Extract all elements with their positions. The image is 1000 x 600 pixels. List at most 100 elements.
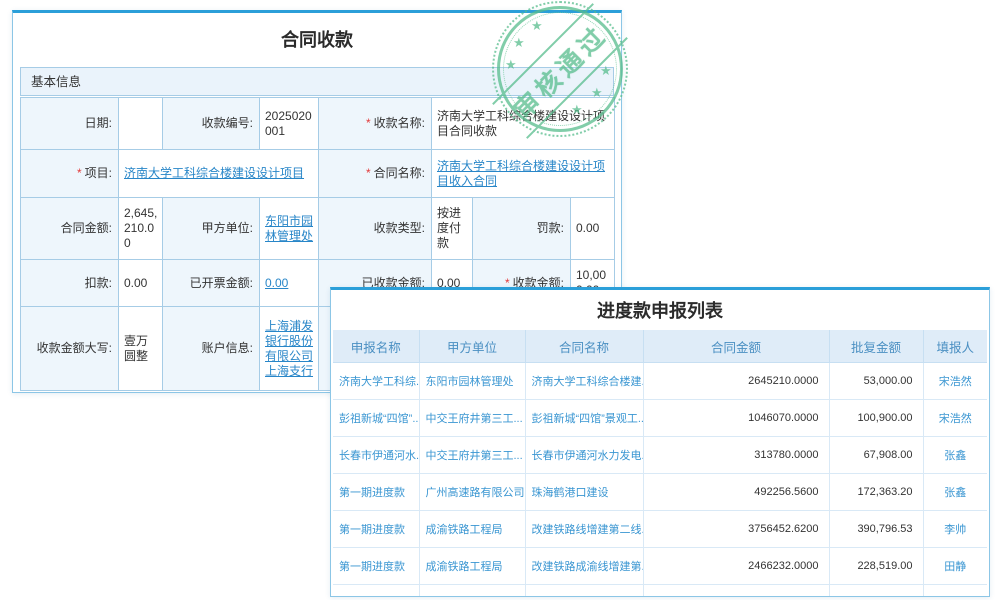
fine-label: 罚款: <box>473 198 571 260</box>
project-label: *项目: <box>21 150 119 198</box>
contract-amount-label: 合同金额: <box>21 198 119 260</box>
star-icon: ★ <box>505 58 517 71</box>
contract-name-cell[interactable]: 改建铁路成渝线增建第... <box>525 548 643 585</box>
form-row-2: *项目: 济南大学工科综合楼建设设计项目 *合同名称: 济南大学工科综合楼建设设… <box>21 150 615 198</box>
reporter-cell: 宋浩然 <box>923 363 987 400</box>
project-value-cell: 济南大学工科综合楼建设设计项目 <box>119 150 319 198</box>
invoiced-amount-value-cell: 0.00 <box>260 260 319 307</box>
table-row[interactable]: 第一期进度款 成渝铁路工程局 改建铁路线增建第二线... 3756452.620… <box>333 511 987 548</box>
contract-name-cell[interactable]: 湖南洞庭湖水库引水工... <box>525 585 643 598</box>
table-row[interactable]: 济南大学工科综... 东阳市园林管理处 济南大学工科综合楼建... 264521… <box>333 363 987 400</box>
amount-in-words-label: 收款金额大写: <box>21 307 119 391</box>
contract-amount-cell: 2645210.0000 <box>643 363 829 400</box>
table-row[interactable]: 10%预付款 抚顺住房和城乡建... 湖南洞庭湖水库引水工... 816360.… <box>333 585 987 598</box>
required-asterisk: * <box>366 116 371 130</box>
declaration-name-cell[interactable]: 10%预付款 <box>333 585 419 598</box>
reporter-cell: 李帅 <box>923 511 987 548</box>
star-icon: ★ <box>591 86 603 99</box>
declaration-name-cell[interactable]: 第一期进度款 <box>333 511 419 548</box>
reporter-cell: 田静 <box>923 548 987 585</box>
list-header-row: 申报名称 甲方单位 合同名称 合同金额 批复金额 填报人 <box>333 330 987 363</box>
party-a-cell[interactable]: 抚顺住房和城乡建... <box>419 585 525 598</box>
approved-amount-cell: 390,796.53 <box>829 511 923 548</box>
approved-amount-cell: 67,908.00 <box>829 437 923 474</box>
star-icon: ★ <box>531 19 543 32</box>
declaration-name-cell[interactable]: 第一期进度款 <box>333 474 419 511</box>
party-a-value-cell: 东阳市园林管理处 <box>260 198 319 260</box>
receipt-type-value: 按进度付款 <box>432 198 473 260</box>
party-a-cell[interactable]: 广州高速路有限公司 <box>419 474 525 511</box>
table-row[interactable]: 彭祖新城“四馆”... 中交王府井第三工... 彭祖新城“四馆”景观工... 1… <box>333 400 987 437</box>
contract-amount-cell: 3756452.6200 <box>643 511 829 548</box>
contract-name-value-cell: 济南大学工科综合楼建设设计项目收入合同 <box>432 150 615 198</box>
star-icon: ★ <box>571 103 583 116</box>
approved-amount-cell: 228,519.00 <box>829 548 923 585</box>
invoiced-amount-label: 已开票金额: <box>163 260 260 307</box>
required-asterisk: * <box>366 166 371 180</box>
account-info-link[interactable]: 上海浦发银行股份有限公司上海支行 <box>265 319 313 378</box>
column-header-contract-name: 合同名称 <box>525 330 643 363</box>
contract-name-cell[interactable]: 彭祖新城“四馆”景观工... <box>525 400 643 437</box>
party-a-cell[interactable]: 成渝铁路工程局 <box>419 548 525 585</box>
approved-amount-cell: 172,363.20 <box>829 474 923 511</box>
deduction-label: 扣款: <box>21 260 119 307</box>
star-icon: ★ <box>600 64 612 77</box>
contract-amount-cell: 2466232.0000 <box>643 548 829 585</box>
deduction-value: 0.00 <box>119 260 163 307</box>
receipt-no-label: 收款编号: <box>163 98 260 150</box>
table-row[interactable]: 长春市伊通河水... 中交王府井第三工... 长春市伊通河水力发电... 313… <box>333 437 987 474</box>
declaration-name-cell[interactable]: 济南大学工科综... <box>333 363 419 400</box>
declaration-name-cell[interactable]: 彭祖新城“四馆”... <box>333 400 419 437</box>
project-link[interactable]: 济南大学工科综合楼建设设计项目 <box>124 166 304 180</box>
account-info-value-cell: 上海浦发银行股份有限公司上海支行 <box>260 307 319 391</box>
column-header-approved-amount: 批复金额 <box>829 330 923 363</box>
approval-stamp: 审核通过 ★ ★ ★ ★ ★ ★ <box>497 6 623 132</box>
contract-amount-cell: 313780.0000 <box>643 437 829 474</box>
invoiced-amount-link[interactable]: 0.00 <box>265 276 288 290</box>
contract-amount-value: 2,645,210.00 <box>119 198 163 260</box>
receipt-no-value: 2025020001 <box>260 98 319 150</box>
star-icon: ★ <box>513 36 525 49</box>
approved-amount-cell: 1,630,650.00 <box>829 585 923 598</box>
contract-name-link[interactable]: 济南大学工科综合楼建设设计项目收入合同 <box>437 159 605 188</box>
column-header-party-a: 甲方单位 <box>419 330 525 363</box>
party-a-cell[interactable]: 成渝铁路工程局 <box>419 511 525 548</box>
declaration-name-cell[interactable]: 长春市伊通河水... <box>333 437 419 474</box>
amount-in-words-value: 壹万圆整 <box>119 307 163 391</box>
form-row-3: 合同金额: 2,645,210.00 甲方单位: 东阳市园林管理处 收款类型: … <box>21 198 615 260</box>
contract-name-cell[interactable]: 济南大学工科综合楼建... <box>525 363 643 400</box>
contract-name-cell[interactable]: 长春市伊通河水力发电... <box>525 437 643 474</box>
date-label: 日期: <box>21 98 119 150</box>
party-a-cell[interactable]: 中交王府井第三工... <box>419 437 525 474</box>
contract-amount-cell: 492256.5600 <box>643 474 829 511</box>
approved-amount-cell: 53,000.00 <box>829 363 923 400</box>
party-a-link[interactable]: 东阳市园林管理处 <box>265 214 313 243</box>
contract-name-label: *合同名称: <box>319 150 432 198</box>
party-a-cell[interactable]: 中交王府井第三工... <box>419 400 525 437</box>
date-value <box>119 98 163 150</box>
approved-amount-cell: 100,900.00 <box>829 400 923 437</box>
column-header-declaration-name: 申报名称 <box>333 330 419 363</box>
required-asterisk: * <box>77 166 82 180</box>
account-info-label: 账户信息: <box>163 307 260 391</box>
reporter-cell: 宋浩然 <box>923 400 987 437</box>
receipt-name-label: *收款名称: <box>319 98 432 150</box>
contract-name-cell[interactable]: 改建铁路线增建第二线... <box>525 511 643 548</box>
progress-list-title: 进度款申报列表 <box>331 300 989 322</box>
table-row[interactable]: 第一期进度款 广州高速路有限公司 珠海鹤港口建设 492256.5600 172… <box>333 474 987 511</box>
party-a-cell[interactable]: 东阳市园林管理处 <box>419 363 525 400</box>
progress-payment-list-panel: 进度款申报列表 申报名称 甲方单位 合同名称 合同金额 批复金额 填报人 济南大… <box>330 287 990 597</box>
reporter-cell: 张鑫 <box>923 437 987 474</box>
receipt-type-label: 收款类型: <box>319 198 432 260</box>
contract-amount-cell: 1046070.0000 <box>643 400 829 437</box>
contract-amount-cell: 816360.6448 <box>643 585 829 598</box>
column-header-reporter: 填报人 <box>923 330 987 363</box>
reporter-cell: 付安琼 <box>923 585 987 598</box>
reporter-cell: 张鑫 <box>923 474 987 511</box>
party-a-label: 甲方单位: <box>163 198 260 260</box>
contract-name-cell[interactable]: 珠海鹤港口建设 <box>525 474 643 511</box>
table-row[interactable]: 第一期进度款 成渝铁路工程局 改建铁路成渝线增建第... 2466232.000… <box>333 548 987 585</box>
column-header-contract-amount: 合同金额 <box>643 330 829 363</box>
progress-list-table: 申报名称 甲方单位 合同名称 合同金额 批复金额 填报人 济南大学工科综... … <box>333 330 987 597</box>
declaration-name-cell[interactable]: 第一期进度款 <box>333 548 419 585</box>
